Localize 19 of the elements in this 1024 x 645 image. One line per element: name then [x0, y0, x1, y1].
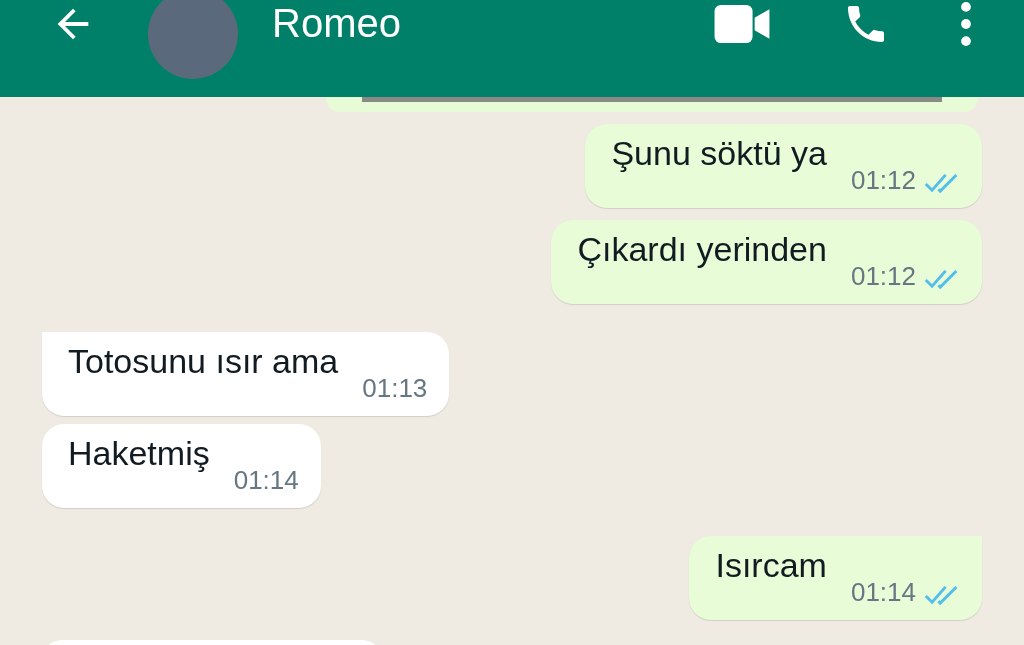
video-call-icon[interactable]	[714, 4, 770, 43]
message-bubble[interactable]: Isırcam 01:14	[689, 536, 982, 620]
message-bubble[interactable]: Şunu söktü ya 01:12	[585, 124, 982, 208]
message-time: 01:14	[850, 577, 916, 608]
message-text: Çıkardı yerinden	[577, 229, 827, 270]
message-bubble[interactable]: Çıkardı yerinden 01:12	[551, 220, 982, 304]
message-time: 01:12	[850, 261, 916, 292]
message-text: Haketmiş	[68, 433, 210, 474]
message-text: Totosunu ısır ama	[68, 341, 339, 382]
message-time: 01:12	[850, 165, 916, 196]
message-bubble[interactable]: Haketmiş 01:14	[42, 424, 321, 508]
contact-name[interactable]: Romeo	[272, 1, 401, 46]
message-time: 01:14	[233, 465, 299, 496]
image-message-bubble[interactable]	[326, 97, 978, 112]
message-time: 01:13	[362, 373, 428, 404]
message-text: Isırcam	[715, 545, 827, 586]
more-options-icon[interactable]	[960, 1, 972, 46]
message-bubble[interactable]: Totosunu ısır ama 01:13	[42, 332, 450, 416]
message-text: Şunu söktü ya	[611, 133, 827, 174]
